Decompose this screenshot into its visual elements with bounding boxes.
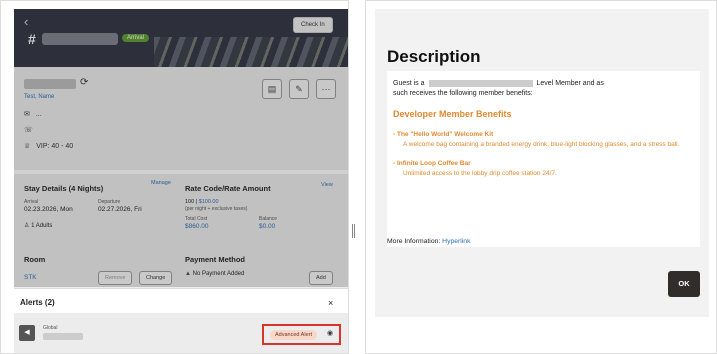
description-dialog: Description Guest is a Level Member and a… xyxy=(365,0,717,354)
redacted-alert-text xyxy=(43,333,83,340)
more-info-label: More Information: xyxy=(387,238,441,245)
close-icon[interactable]: × xyxy=(328,298,333,308)
alert-row[interactable]: ◀ Global Advanced Alert ◉ xyxy=(14,313,348,353)
benefits-title: Developer Member Benefits xyxy=(393,109,512,119)
advanced-alert-badge[interactable]: Advanced Alert xyxy=(270,330,317,340)
reservation-panel: ‹ # Arrival Check In ⟳ Test, Name ✉ ... … xyxy=(0,0,349,354)
description-content: Guest is a Level Member and as such recei… xyxy=(387,71,700,247)
modal-backdrop xyxy=(14,9,348,287)
intro-suffix: Level Member and as xyxy=(536,80,604,87)
benefit-1-title: - The "Hello World" Welcome Kit xyxy=(393,131,494,138)
intro-prefix: Guest is a xyxy=(393,80,425,87)
dialog-body: Description Guest is a Level Member and a… xyxy=(375,9,709,317)
benefit-2-description: Unlimited access to the lobby drip coffe… xyxy=(403,170,557,177)
eye-icon[interactable]: ◉ xyxy=(327,329,333,337)
hyperlink[interactable]: Hyperlink xyxy=(442,238,470,245)
member-intro: Guest is a Level Member and as such recei… xyxy=(393,79,698,99)
more-information: More Information: Hyperlink xyxy=(387,238,471,245)
intro-line2: such receives the following member benef… xyxy=(393,90,533,97)
benefit-2-title: - Infinite Loop Coffee Bar xyxy=(393,160,471,167)
resize-handle[interactable] xyxy=(352,224,355,238)
alerts-title: Alerts (2) xyxy=(20,298,55,307)
ok-button[interactable]: OK xyxy=(668,271,700,297)
alerts-drawer: Alerts (2) × ◀ Global Advanced Alert ◉ xyxy=(14,288,348,353)
dialog-title: Description xyxy=(387,47,481,66)
megaphone-icon: ◀ xyxy=(19,325,35,341)
alert-scope: Global xyxy=(43,325,58,331)
alert-highlight-box: Advanced Alert ◉ xyxy=(262,324,341,345)
benefit-1-description: A welcome bag containing a branded energ… xyxy=(403,141,680,148)
redacted-member-level xyxy=(428,79,533,87)
